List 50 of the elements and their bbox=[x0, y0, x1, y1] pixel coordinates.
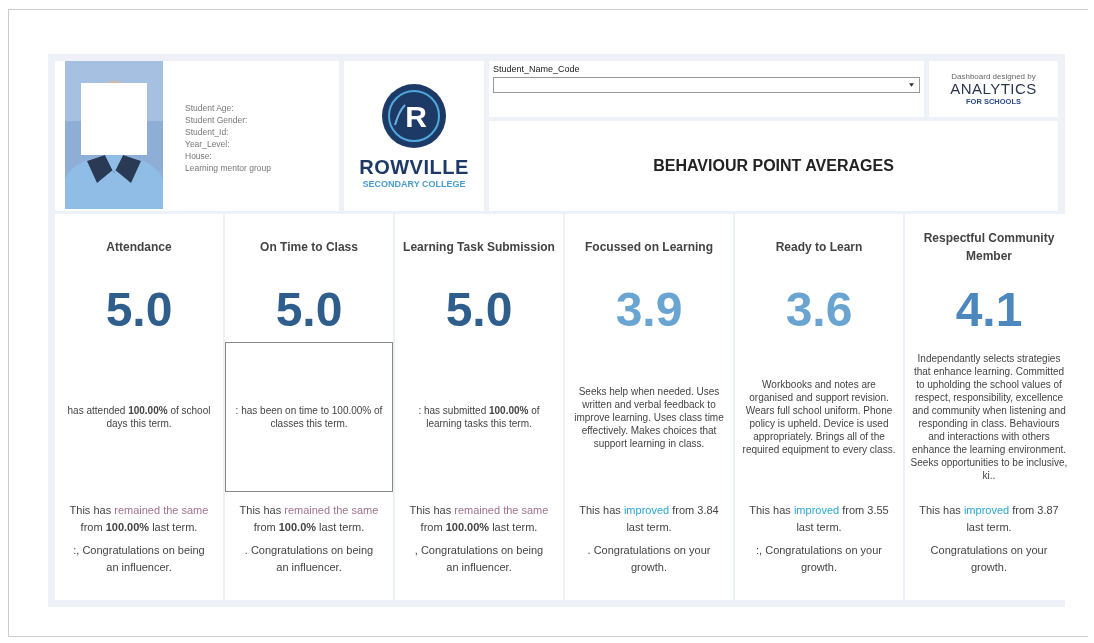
description-text: has attended 100.00% of school days this term. bbox=[66, 404, 212, 430]
change-text: This has remained the same from 100.00% last term. bbox=[68, 503, 210, 536]
field-label: Year_Level: bbox=[185, 139, 231, 149]
school-emblem-icon: R bbox=[381, 83, 447, 149]
selector-label: Student_Name_Code bbox=[493, 64, 581, 74]
metric-score: 3.6 bbox=[785, 282, 853, 338]
note-text: , Congratulations on being an influencer. bbox=[413, 543, 545, 576]
note-text: :, Congratulations on your growth. bbox=[755, 543, 883, 576]
description-panel[interactable]: Workbooks and notes are organised and support revision. Wears full school uniform. Phone policy is upheld. Device is used appropriately. Brings all of the required equipment to every class. bbox=[735, 342, 903, 492]
field-label: House: bbox=[185, 151, 213, 161]
metric-score: 5.0 bbox=[275, 282, 343, 338]
metric-score: 5.0 bbox=[105, 282, 173, 338]
note-text: . Congratulations on your growth. bbox=[586, 543, 712, 576]
metric-title: Attendance bbox=[106, 239, 172, 256]
dashboard-title: BEHAVIOUR POINT AVERAGES bbox=[653, 157, 894, 175]
metric-title: Respectful Community Member bbox=[922, 230, 1056, 265]
metric-score: 3.9 bbox=[615, 282, 683, 338]
brand-name: ANALYTICS bbox=[950, 80, 1037, 98]
change-text: This has improved from 3.55 last term. bbox=[748, 503, 890, 536]
metric-score: 4.1 bbox=[955, 282, 1023, 338]
note-text: Congratulations on your growth. bbox=[929, 543, 1049, 576]
change-text: This has remained the same from 100.0% last term. bbox=[238, 503, 380, 536]
description-text: Workbooks and notes are organised and support revision. Wears full school uniform. Phone policy is upheld. Device is used appropriately. Brings all of the required equipment to every class. bbox=[741, 378, 897, 456]
field-label: Student_Id: bbox=[185, 127, 230, 137]
note-text: :, Congratulations on being an influencer. bbox=[72, 543, 206, 576]
field-label: Student Age: bbox=[185, 103, 235, 113]
metric-title: On Time to Class bbox=[260, 239, 358, 256]
metric-score: 5.0 bbox=[445, 282, 513, 338]
metric-title: Focussed on Learning bbox=[585, 239, 713, 256]
description-panel[interactable]: Seeks help when needed. Uses written and verbal feedback to improve learning. Uses class time effectively. Makes choices that support learning in class. bbox=[565, 342, 733, 492]
student-dropdown[interactable] bbox=[493, 77, 920, 93]
caret-icon bbox=[909, 83, 914, 87]
credit-text: Dashboard designed by bbox=[951, 71, 1036, 81]
field-label: Learning mentor group bbox=[185, 163, 271, 173]
metric-title: Learning Task Submission bbox=[403, 239, 555, 256]
change-text: This has remained the same from 100.00% last term. bbox=[408, 503, 550, 536]
change-text: This has improved from 3.84 last term. bbox=[578, 503, 720, 536]
school-name: ROWVILLE bbox=[359, 157, 469, 177]
description-text: Independantly selects strategies that enhance learning. Committed to upholding the school values of respect, responsibility, excellence and community when listening and responding in class. Behaviours and interactions with others enhance the learning environment. Seeks opportunities to be inclusive, ki.. bbox=[909, 352, 1069, 482]
description-panel[interactable]: : has submitted 100.00% of learning tasks this term. bbox=[395, 342, 563, 492]
description-text: : has been on time to 100.00% of classes this term. bbox=[234, 404, 384, 430]
note-text: . Congratulations on being an influencer. bbox=[243, 543, 375, 576]
description-panel[interactable]: has attended 100.00% of school days this term. bbox=[55, 342, 223, 492]
description-panel[interactable]: : has been on time to 100.00% of classes this term. bbox=[225, 342, 393, 492]
description-text: : has submitted 100.00% of learning tasks this term. bbox=[417, 404, 541, 430]
description-text: Seeks help when needed. Uses written and verbal feedback to improve learning. Uses class time effectively. Makes choices that support learning in class. bbox=[573, 384, 725, 450]
metric-title: Ready to Learn bbox=[775, 239, 863, 256]
field-label: Student Gender: bbox=[185, 115, 249, 125]
change-text: This has improved from 3.87 last term. bbox=[918, 503, 1060, 536]
school-subtitle: SECONDARY COLLEGE bbox=[362, 179, 466, 189]
